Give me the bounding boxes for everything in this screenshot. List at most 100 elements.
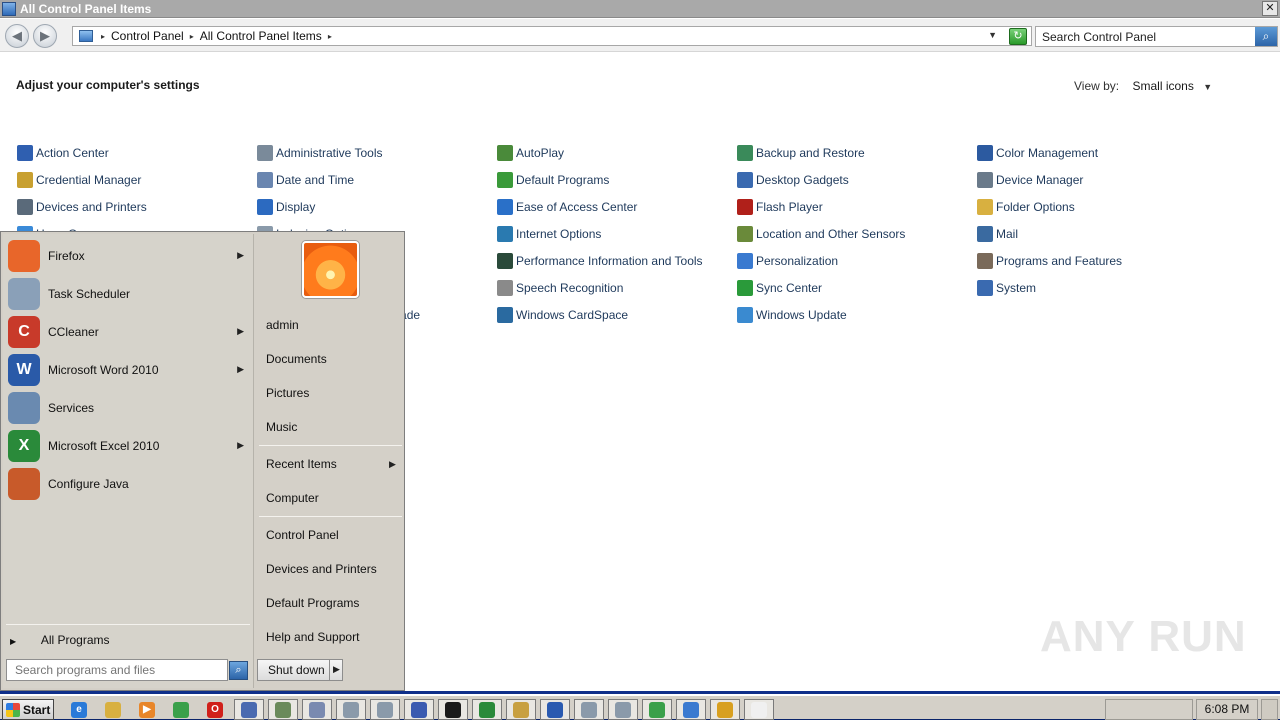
forward-button[interactable]: ▶ [33,24,57,48]
taskbar-button[interactable] [234,699,264,720]
taskbar-button[interactable] [710,699,740,720]
blank-document-icon [751,701,767,718]
clock[interactable]: 6:08 PM [1196,699,1258,720]
chevron-down-icon[interactable]: ▼ [1203,82,1212,92]
taskbar-button[interactable]: ▶ [132,699,162,720]
back-button[interactable]: ◀ [5,24,29,48]
taskbar-button[interactable] [98,699,128,720]
taskbar-button[interactable] [370,699,400,720]
personalization-icon [737,253,753,269]
start-menu-program[interactable]: X Microsoft Excel 2010 ▶ [8,428,248,464]
taskbar-button[interactable] [506,699,536,720]
taskbar-button[interactable] [642,699,672,720]
refresh-button[interactable]: ↻ [1009,28,1027,45]
divider [6,624,250,625]
chevron-right-icon[interactable]: ▸ [328,32,332,41]
breadcrumb-control-panel[interactable]: Control Panel [111,29,184,43]
search-icon[interactable]: ⌕ [229,661,248,680]
control-panel-item[interactable]: Display [257,198,315,216]
taskbar-button[interactable] [268,699,298,720]
pictures-link[interactable]: Pictures [266,386,309,400]
taskbar-button[interactable] [744,699,774,720]
taskbar-button[interactable] [676,699,706,720]
control-panel-item[interactable]: Mail [977,225,1018,243]
start-menu-program[interactable]: Task Scheduler [8,276,248,312]
control-panel-item[interactable]: Device Manager [977,171,1083,189]
taskbar-button[interactable] [438,699,468,720]
start-menu-program[interactable]: W Microsoft Word 2010 ▶ [8,352,248,388]
avatar[interactable] [302,241,359,298]
search-input[interactable] [1036,27,1251,46]
taskbar-button[interactable] [404,699,434,720]
help-support-link[interactable]: Help and Support [266,630,359,644]
control-panel-item[interactable]: Sync Center [737,279,822,297]
taskbar-button[interactable] [574,699,604,720]
start-menu-program[interactable]: Services [8,390,248,426]
control-panel-item[interactable]: System [977,279,1036,297]
start-search-input[interactable] [7,660,225,680]
control-panel-item[interactable]: Default Programs [497,171,609,189]
music-link[interactable]: Music [266,420,297,434]
control-panel-item-label: Flash Player [756,200,823,214]
chevron-down-icon[interactable]: ▼ [988,30,997,40]
control-panel-icon-2 [683,701,699,718]
taskbar-button[interactable] [166,699,196,720]
control-panel-item[interactable]: Flash Player [737,198,823,216]
recent-items-link[interactable]: Recent Items [266,457,337,471]
control-panel-item[interactable]: Programs and Features [977,252,1122,270]
taskbar-button[interactable] [336,699,366,720]
devices-printers-link[interactable]: Devices and Printers [266,562,377,576]
control-panel-item[interactable]: Credential Manager [17,171,141,189]
address-bar[interactable]: ▸ Control Panel ▸ All Control Panel Item… [72,26,1032,46]
control-panel-link[interactable]: Control Panel [266,528,339,542]
start-menu-program[interactable]: C CCleaner ▶ [8,314,248,350]
backup-icon [737,145,753,161]
control-panel-item[interactable]: AutoPlay [497,144,564,162]
all-programs-button[interactable]: ▶ All Programs [10,633,110,647]
start-button[interactable]: Start [2,699,54,720]
computer-link[interactable]: Computer [266,491,319,505]
shut-down-options-arrow[interactable]: ▶ [329,659,343,681]
taskbar-button[interactable]: O [200,699,230,720]
control-panel-item[interactable]: Folder Options [977,198,1075,216]
control-panel-item[interactable]: Backup and Restore [737,144,865,162]
taskbar-button[interactable] [472,699,502,720]
control-panel-item-label: Backup and Restore [756,146,865,160]
control-panel-item[interactable]: Date and Time [257,171,354,189]
control-panel-item[interactable]: Devices and Printers [17,198,147,216]
show-desktop-button[interactable] [1261,699,1278,720]
taskbar-button[interactable]: e [64,699,94,720]
taskbar-button[interactable] [302,699,332,720]
view-by-control[interactable]: View by: Small icons ▼ [1074,79,1212,93]
notification-area[interactable] [1105,699,1193,720]
breadcrumb-all-items[interactable]: All Control Panel Items [200,29,322,43]
control-panel-item[interactable]: Internet Options [497,225,601,243]
taskbar-button[interactable] [540,699,570,720]
control-panel-item[interactable]: Color Management [977,144,1098,162]
control-panel-item[interactable]: Desktop Gadgets [737,171,849,189]
default-programs-link[interactable]: Default Programs [266,596,359,610]
all-programs-label: All Programs [40,633,110,647]
taskbar-button[interactable] [608,699,638,720]
control-panel-item[interactable]: Windows Update [737,306,847,324]
control-panel-item[interactable]: Action Center [17,144,109,162]
program-label: Microsoft Word 2010 [48,363,159,377]
start-menu-program[interactable]: Configure Java [8,466,248,502]
control-panel-item[interactable]: Administrative Tools [257,144,383,162]
control-panel-item[interactable]: Performance Information and Tools [497,252,703,270]
control-panel-item[interactable]: Location and Other Sensors [737,225,905,243]
view-by-value[interactable]: Small icons [1132,79,1193,93]
control-panel-item[interactable]: Ease of Access Center [497,198,637,216]
start-search-box[interactable] [6,659,228,681]
control-panel-item[interactable]: Personalization [737,252,838,270]
user-name-link[interactable]: admin [266,318,299,332]
control-panel-item[interactable]: Speech Recognition [497,279,623,297]
search-icon[interactable]: ⌕ [1255,27,1277,46]
control-panel-item[interactable]: Windows CardSpace [497,306,628,324]
start-menu-program[interactable]: Firefox ▶ [8,238,248,274]
documents-link[interactable]: Documents [266,352,327,366]
chevron-right-icon[interactable]: ▸ [190,32,194,41]
search-box[interactable]: ⌕ [1035,26,1278,47]
close-icon[interactable]: ✕ [1262,1,1278,16]
chevron-right-icon[interactable]: ▸ [101,32,105,41]
